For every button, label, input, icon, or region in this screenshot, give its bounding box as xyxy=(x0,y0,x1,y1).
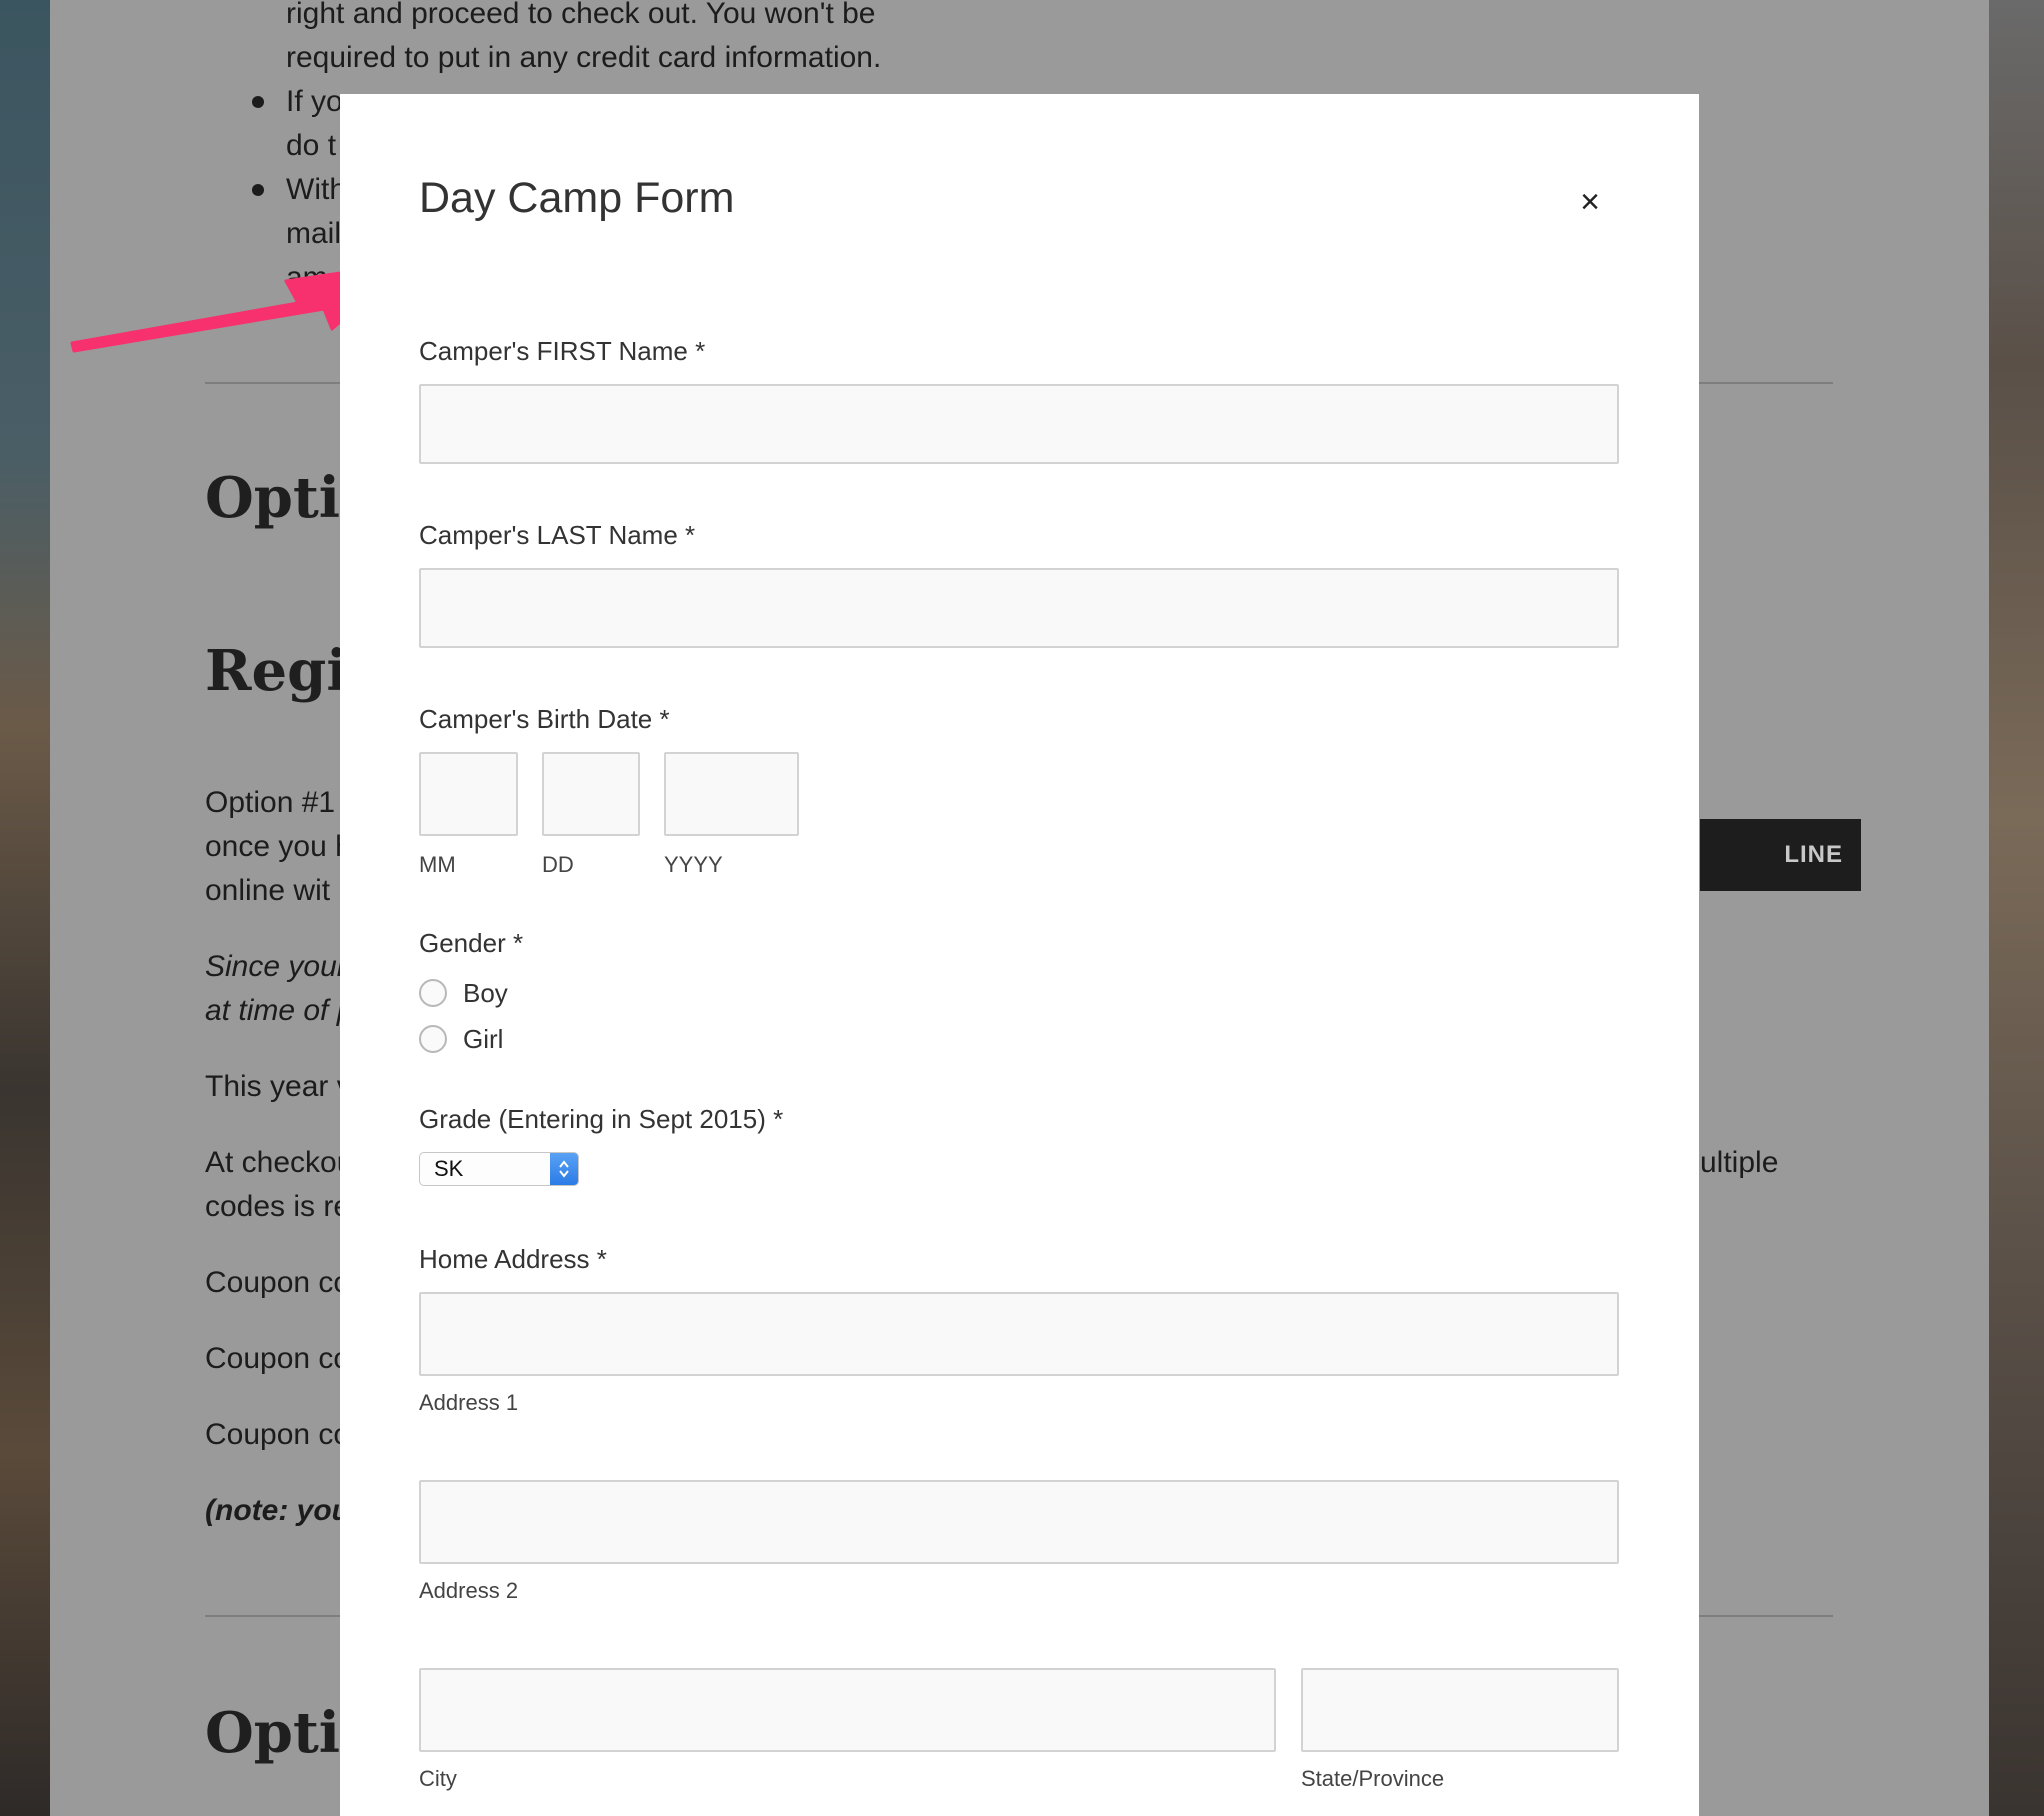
paragraph-line: ultiple xyxy=(1700,1146,1779,1179)
radio-button[interactable] xyxy=(419,979,447,1007)
gender-option-boy[interactable]: Boy xyxy=(419,976,508,1010)
address2-input[interactable] xyxy=(419,1480,1619,1564)
grade-select[interactable]: SK xyxy=(419,1152,579,1186)
birth-month-input[interactable] xyxy=(419,752,518,836)
paragraph-line: online wit xyxy=(205,874,331,907)
paragraph-line: At checkou xyxy=(205,1146,354,1179)
address2-sublabel: Address 2 xyxy=(419,1578,519,1603)
day-sublabel: DD xyxy=(542,852,574,877)
paragraph-line: This year v xyxy=(205,1070,352,1103)
modal-title: Day Camp Form xyxy=(419,174,735,222)
bullet-dot xyxy=(252,96,264,108)
home-address-label: Home Address * xyxy=(419,1244,607,1274)
birth-date-label: Camper's Birth Date * xyxy=(419,704,670,734)
month-sublabel: MM xyxy=(419,852,456,877)
select-updown-icon xyxy=(550,1153,578,1185)
coupon-line: Coupon co xyxy=(205,1418,351,1451)
coupon-line: Coupon co xyxy=(205,1342,351,1375)
last-name-label: Camper's LAST Name * xyxy=(419,520,696,550)
background-photo-right xyxy=(1989,0,2044,1816)
birth-year-input[interactable] xyxy=(664,752,799,836)
radio-label: Girl xyxy=(463,1023,504,1054)
city-sublabel: City xyxy=(419,1766,457,1791)
bullet-text-line: With xyxy=(286,173,346,206)
state-sublabel: State/Province xyxy=(1301,1766,1445,1791)
state-input[interactable] xyxy=(1301,1668,1619,1752)
italic-line: at time of p xyxy=(205,994,354,1027)
radio-button[interactable] xyxy=(419,1025,447,1053)
paragraph-line: codes is re xyxy=(205,1190,351,1223)
gender-option-girl[interactable]: Girl xyxy=(419,1022,503,1056)
paragraph-line: once you h xyxy=(205,830,352,863)
note-line: (note: you xyxy=(205,1494,350,1527)
coupon-line: Coupon co xyxy=(205,1266,351,1299)
bullet-text-line: If yo xyxy=(286,85,343,118)
last-name-input[interactable] xyxy=(419,568,1619,648)
bullet-text-line: do t xyxy=(286,129,337,162)
register-online-button[interactable]: LINE xyxy=(1700,819,1861,891)
first-name-input[interactable] xyxy=(419,384,1619,464)
day-camp-form-modal: Day Camp Form × Camper's FIRST Name * Ca… xyxy=(340,94,1699,1816)
gender-label: Gender * xyxy=(419,928,524,958)
year-sublabel: YYYY xyxy=(664,852,723,877)
bullet-dot xyxy=(252,184,264,196)
italic-line: Since your xyxy=(205,950,347,983)
bullet-text-line: right and proceed to check out. You won'… xyxy=(286,0,876,30)
radio-label: Boy xyxy=(463,977,508,1008)
first-name-label: Camper's FIRST Name * xyxy=(419,336,706,366)
grade-select-value: SK xyxy=(434,1156,464,1181)
city-input[interactable] xyxy=(419,1668,1276,1752)
bullet-text-line: required to put in any credit card infor… xyxy=(286,41,882,74)
background-photo-left xyxy=(0,0,50,1816)
paragraph-line: Option #1 xyxy=(205,786,336,819)
birth-day-input[interactable] xyxy=(542,752,640,836)
grade-label: Grade (Entering in Sept 2015) * xyxy=(419,1104,784,1134)
close-button[interactable]: × xyxy=(1570,182,1610,222)
address1-input[interactable] xyxy=(419,1292,1619,1376)
address1-sublabel: Address 1 xyxy=(419,1390,519,1415)
